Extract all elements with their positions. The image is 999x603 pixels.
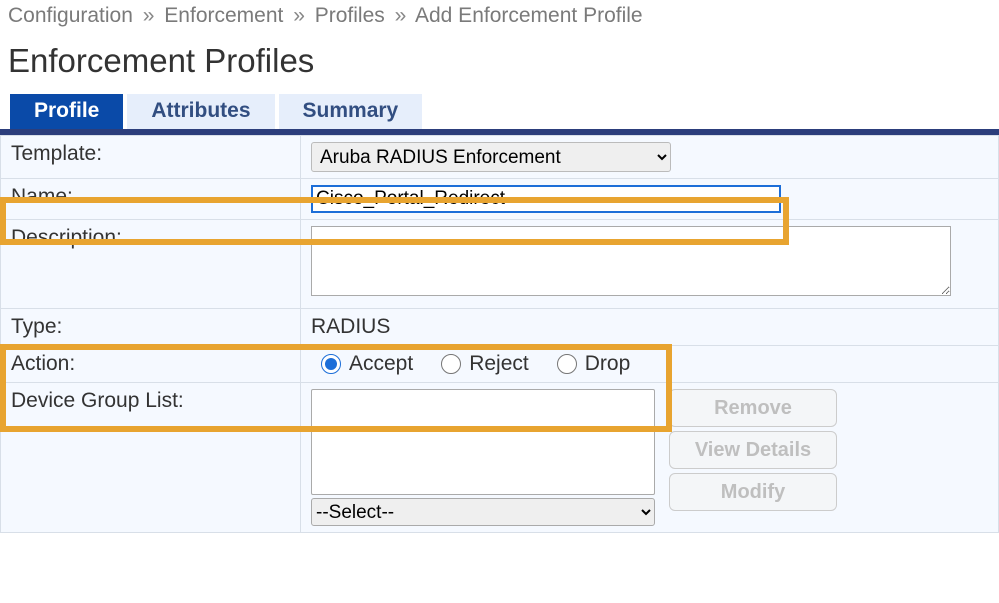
action-radio-reject[interactable] [441, 354, 461, 374]
breadcrumb-item[interactable]: Profiles [315, 4, 385, 27]
tab-summary[interactable]: Summary [279, 94, 423, 129]
page-title: Enforcement Profiles [0, 32, 999, 94]
breadcrumb-separator: » [143, 4, 155, 27]
action-reject-label[interactable]: Reject [469, 352, 529, 376]
modify-button[interactable]: Modify [669, 473, 837, 511]
tabs: Profile Attributes Summary [10, 94, 999, 129]
description-input[interactable] [311, 226, 951, 296]
tab-profile[interactable]: Profile [10, 94, 123, 129]
template-select[interactable]: Aruba RADIUS Enforcement [311, 142, 671, 172]
breadcrumb-item: Add Enforcement Profile [415, 4, 643, 27]
breadcrumb-item[interactable]: Enforcement [164, 4, 283, 27]
description-cell [301, 220, 999, 309]
device-group-list-cell: --Select-- Remove View Details Modify [301, 383, 999, 533]
device-group-listbox[interactable] [311, 389, 655, 495]
profile-form: Template: Aruba RADIUS Enforcement Name:… [0, 135, 999, 533]
device-group-list-label: Device Group List: [1, 383, 301, 533]
breadcrumb-separator: » [293, 4, 305, 27]
device-group-picker[interactable]: --Select-- [311, 498, 655, 526]
breadcrumb-separator: » [395, 4, 407, 27]
name-cell [301, 179, 999, 220]
remove-button[interactable]: Remove [669, 389, 837, 427]
type-label: Type: [1, 309, 301, 346]
breadcrumb: Configuration » Enforcement » Profiles »… [0, 0, 999, 32]
breadcrumb-item[interactable]: Configuration [8, 4, 133, 27]
view-details-button[interactable]: View Details [669, 431, 837, 469]
description-label: Description: [1, 220, 301, 309]
action-radio-group: Accept Reject Drop [311, 352, 988, 376]
template-cell: Aruba RADIUS Enforcement [301, 136, 999, 179]
action-accept-label[interactable]: Accept [349, 352, 413, 376]
name-label: Name: [1, 179, 301, 220]
tab-attributes[interactable]: Attributes [127, 94, 274, 129]
action-cell: Accept Reject Drop [301, 346, 999, 383]
action-drop-label[interactable]: Drop [585, 352, 631, 376]
template-label: Template: [1, 136, 301, 179]
action-radio-accept[interactable] [321, 354, 341, 374]
type-value: RADIUS [301, 309, 999, 346]
action-radio-drop[interactable] [557, 354, 577, 374]
action-label: Action: [1, 346, 301, 383]
name-input[interactable] [311, 185, 781, 213]
